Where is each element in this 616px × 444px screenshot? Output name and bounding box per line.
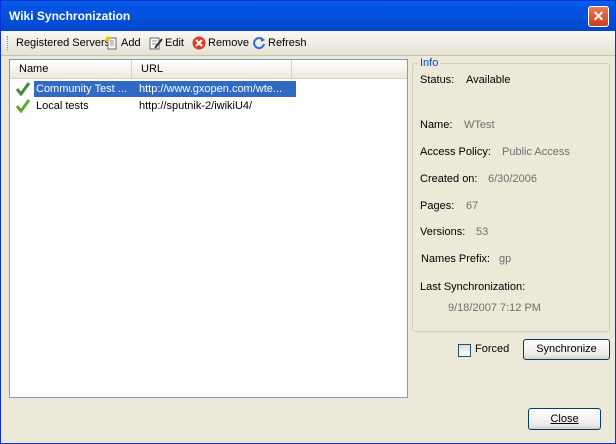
close-button-label: Close: [550, 413, 579, 425]
dialog-window: Wiki Synchronization ✕ Registered Server…: [0, 0, 616, 444]
close-window-icon[interactable]: ✕: [588, 6, 609, 27]
server-url: http://www.gxopen.com/wte...: [134, 81, 296, 97]
add-label: Add: [121, 37, 141, 49]
versions-label: Versions:: [420, 226, 466, 238]
check-icon: [15, 99, 31, 113]
add-button[interactable]: Add: [105, 36, 141, 52]
refresh-label: Refresh: [268, 37, 307, 49]
last-sync-value: 9/18/2007 7:12 PM: [448, 302, 541, 314]
status-value: Available: [466, 74, 511, 86]
title-bar[interactable]: Wiki Synchronization ✕: [1, 1, 615, 31]
edit-button[interactable]: Edit: [149, 36, 184, 52]
column-header-name[interactable]: Name: [10, 60, 132, 78]
remove-button[interactable]: Remove: [192, 36, 249, 52]
toolbar-grip[interactable]: [7, 36, 11, 50]
name-label: Name:: [420, 119, 453, 131]
pages-value: 67: [466, 200, 479, 212]
refresh-icon: [253, 37, 265, 50]
remove-label: Remove: [208, 37, 249, 49]
names-prefix-value: gp: [499, 253, 512, 265]
name-value: WTest: [464, 119, 495, 131]
names-prefix-label: Names Prefix:: [421, 253, 491, 265]
check-icon: [15, 82, 31, 96]
access-policy-value: Public Access: [502, 146, 570, 158]
add-icon: [105, 36, 117, 50]
list-item[interactable]: Local tests http://sputnik-2/iwikiU4/: [10, 98, 407, 115]
info-legend: Info: [418, 57, 441, 69]
access-policy-label: Access Policy:: [420, 146, 491, 158]
created-on-label: Created on:: [420, 173, 478, 185]
synchronize-button[interactable]: Synchronize: [523, 339, 610, 360]
servers-list[interactable]: Name URL Community Test ... http://www.g…: [9, 59, 408, 398]
forced-label[interactable]: Forced: [475, 343, 509, 355]
registered-servers-label: Registered Servers: [16, 37, 111, 49]
column-header-url[interactable]: URL: [132, 60, 292, 78]
server-name: Community Test ...: [34, 81, 134, 97]
edit-icon: [149, 37, 163, 50]
last-sync-label: Last Synchronization:: [420, 281, 526, 293]
versions-value: 53: [476, 226, 489, 238]
edit-label: Edit: [165, 37, 184, 49]
forced-checkbox[interactable]: [458, 344, 471, 357]
refresh-button[interactable]: Refresh: [252, 36, 307, 52]
list-header: Name URL: [10, 60, 407, 79]
server-name: Local tests: [36, 100, 89, 112]
close-button[interactable]: Close: [528, 408, 601, 430]
created-on-value: 6/30/2006: [488, 173, 537, 185]
toolbar: Registered Servers Add Edit Remove Refre…: [1, 31, 615, 56]
list-item[interactable]: Community Test ... http://www.gxopen.com…: [10, 81, 407, 98]
window-title: Wiki Synchronization: [9, 9, 131, 23]
server-url: http://sputnik-2/iwikiU4/: [139, 100, 253, 112]
status-label: Status:: [420, 74, 455, 86]
remove-icon: [192, 36, 206, 50]
pages-label: Pages:: [420, 200, 455, 212]
